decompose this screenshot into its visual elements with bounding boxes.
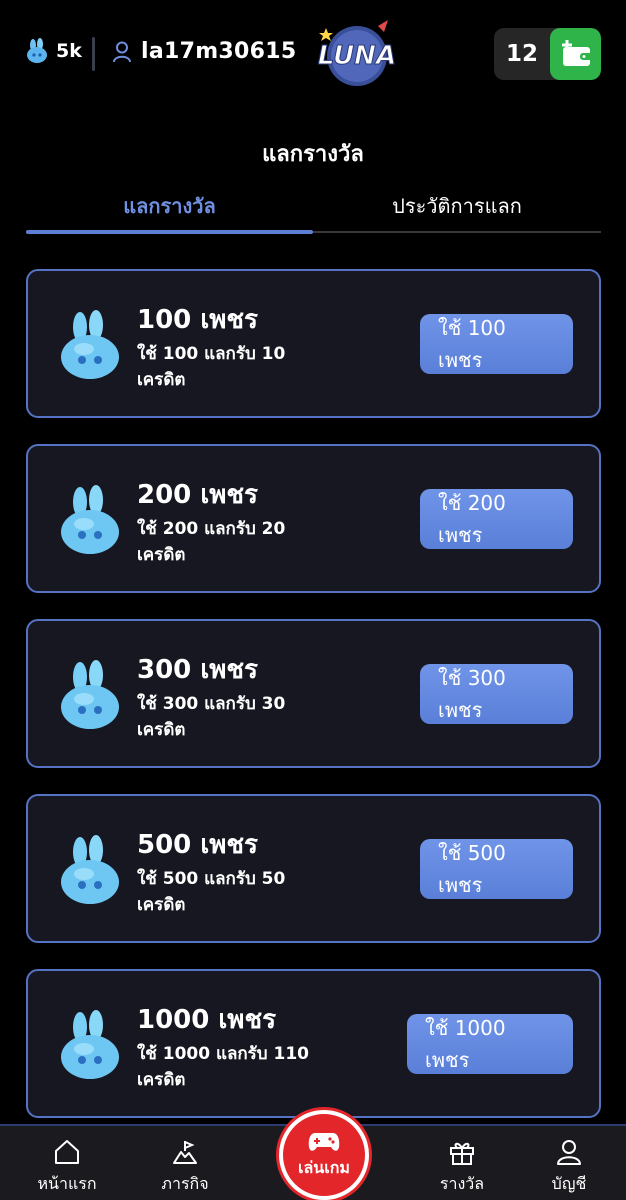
reward-card: 500 เพชร ใช้ 500 แลกรับ 50 เครดิต ใช้ 50… <box>26 794 601 943</box>
reward-description: ใช้ 300 แลกรับ 30 เครดิต <box>137 694 286 740</box>
wallet-add-button[interactable] <box>550 28 601 80</box>
tab-active-indicator <box>26 230 313 234</box>
nav-account-label: บัญชี <box>551 1174 587 1193</box>
redeem-button[interactable]: ใช้ 300 เพชร <box>420 664 573 724</box>
user-info[interactable]: la17m30615 <box>112 39 296 64</box>
play-game-button[interactable]: เล่นเกม <box>279 1110 369 1200</box>
gamepad-icon <box>308 1132 340 1151</box>
luna-logo[interactable]: LUNA <box>312 20 402 90</box>
header-divider <box>92 37 95 71</box>
gem-icon <box>61 660 119 729</box>
gift-icon <box>450 1142 474 1165</box>
gem-icon <box>61 1010 119 1079</box>
account-icon <box>557 1140 581 1165</box>
reward-description: ใช้ 200 แลกรับ 20 เครดิต <box>137 519 286 565</box>
nav-rewards[interactable]: รางวัล <box>417 1138 507 1197</box>
nav-missions-label: ภารกิจ <box>161 1174 209 1193</box>
wallet-add-icon <box>561 40 592 66</box>
gem-icon <box>61 310 119 379</box>
reward-title: 200 เพชร <box>137 480 258 510</box>
redeem-button[interactable]: ใช้ 200 เพชร <box>420 489 573 549</box>
redeem-button[interactable]: ใช้ 1000 เพชร <box>407 1014 573 1074</box>
reward-description: ใช้ 500 แลกรับ 50 เครดิต <box>137 869 286 915</box>
reward-card: 200 เพชร ใช้ 200 แลกรับ 20 เครดิต ใช้ 20… <box>26 444 601 593</box>
header: 5k la17m30615 LUNA 12 <box>0 0 626 110</box>
nav-missions[interactable]: ภารกิจ <box>140 1138 230 1197</box>
nav-rewards-label: รางวัล <box>439 1174 485 1193</box>
reward-title: 500 เพชร <box>137 830 258 860</box>
gem-icon <box>61 835 119 904</box>
page-title: แลกรางวัล <box>262 142 364 167</box>
reward-description: ใช้ 100 แลกรับ 10 เครดิต <box>137 344 286 390</box>
nav-home-label: หน้าแรก <box>37 1174 97 1193</box>
diamond-balance: 5k <box>26 38 82 64</box>
reward-card: 100 เพชร ใช้ 100 แลกรับ 10 เครดิต ใช้ 10… <box>26 269 601 418</box>
reward-title: 1000 เพชร <box>137 1005 277 1035</box>
diamond-icon <box>27 38 47 63</box>
gem-icon <box>61 485 119 554</box>
redeem-button[interactable]: ใช้ 500 เพชร <box>420 839 573 899</box>
tab-history[interactable]: ประวัติการแลก <box>313 180 601 232</box>
user-icon <box>113 41 131 62</box>
nav-account[interactable]: บัญชี <box>524 1138 614 1197</box>
reward-description: ใช้ 1000 แลกรับ 110 เครดิต <box>137 1044 309 1090</box>
reward-title: 300 เพชร <box>137 655 258 685</box>
home-icon <box>55 1140 79 1164</box>
wallet[interactable]: 12 <box>494 28 601 80</box>
reward-title: 100 เพชร <box>137 305 258 335</box>
reward-card: 1000 เพชร ใช้ 1000 แลกรับ 110 เครดิต ใช้… <box>26 969 601 1118</box>
reward-card: 300 เพชร ใช้ 300 แลกรับ 30 เครดิต ใช้ 30… <box>26 619 601 768</box>
nav-home[interactable]: หน้าแรก <box>22 1138 112 1197</box>
tabs: แลกรางวัล ประวัติการแลก <box>26 180 601 236</box>
diamond-count: 5k <box>56 40 82 62</box>
mission-icon <box>173 1141 197 1164</box>
play-game-label: เล่นเกม <box>298 1157 350 1177</box>
redeem-button[interactable]: ใช้ 100 เพชร <box>420 314 573 374</box>
logo-text: LUNA <box>318 41 396 71</box>
wallet-count: 12 <box>505 41 538 67</box>
tab-redeem[interactable]: แลกรางวัล <box>26 180 313 232</box>
username: la17m30615 <box>141 39 297 64</box>
